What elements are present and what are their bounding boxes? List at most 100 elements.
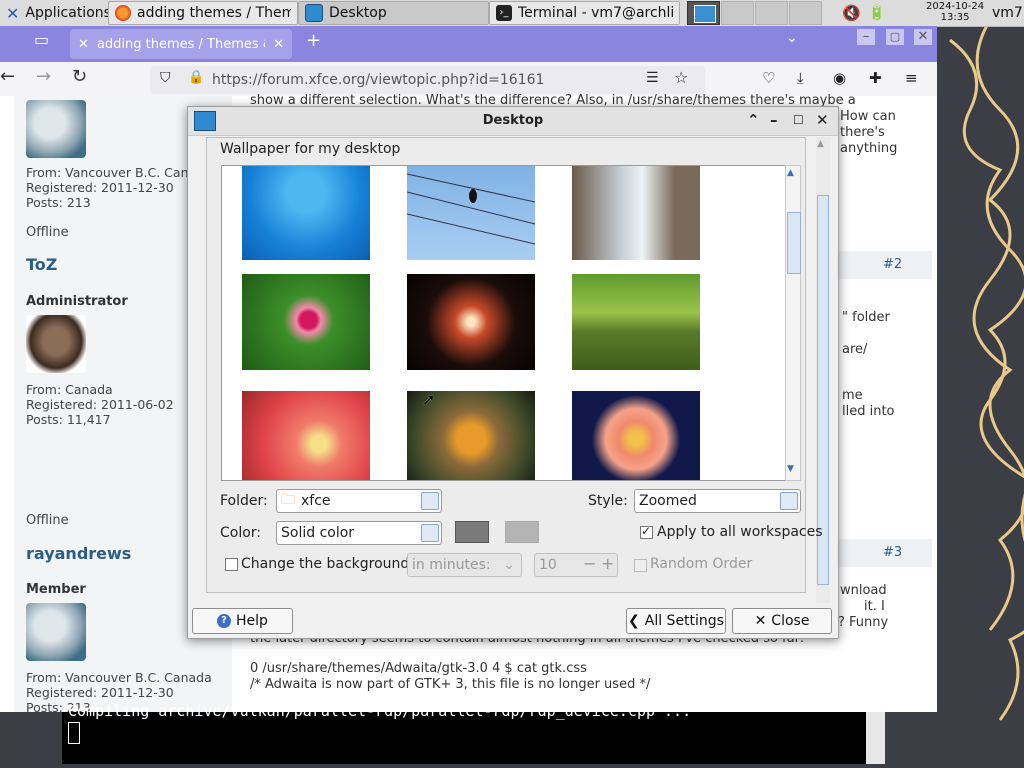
interval-select[interactable]: in minutes: ⌄ — [407, 553, 522, 577]
style-value: Zoomed — [639, 493, 697, 509]
terminal-output: Compiling archive/vulkan/parallel-rdp/pa… — [68, 702, 692, 720]
post1-text-line2: How can — [840, 109, 896, 124]
folder-select[interactable]: 🗀 xfce — [276, 489, 442, 513]
all-settings-label: All Settings — [644, 613, 724, 629]
wallpaper-thumb[interactable] — [242, 166, 370, 260]
new-tab-button[interactable]: + — [306, 30, 321, 51]
post3-fragment1: wnload — [840, 583, 887, 598]
wallpaper-thumb[interactable] — [572, 391, 700, 480]
workspace-1[interactable] — [687, 1, 720, 25]
back-icon[interactable]: ← — [0, 66, 15, 87]
clock[interactable]: 2024-10-24 13:35 — [926, 1, 984, 23]
folder-icon: 🗀 — [281, 492, 295, 508]
chevron-left-icon: ❮ — [628, 613, 640, 629]
interval-spin[interactable]: 10 − + — [534, 553, 618, 577]
user1-avatar — [26, 100, 86, 158]
list-tabs-icon[interactable]: ⌄ — [786, 30, 798, 46]
post3-number[interactable]: #3 — [883, 545, 902, 560]
lock-icon[interactable]: 🔒 — [188, 70, 204, 85]
terminal-icon: ›_ — [496, 5, 512, 21]
bookmark-star-icon[interactable]: ☆ — [674, 68, 688, 87]
wallpaper-thumb[interactable] — [407, 274, 535, 370]
user2-name[interactable]: ToZ — [26, 255, 57, 274]
apply-all-checkbox[interactable]: ✓ — [640, 524, 653, 539]
bird-on-wire-icon — [407, 173, 535, 245]
wallpaper-thumb[interactable] — [242, 274, 370, 370]
scroll-down-icon[interactable]: ▼ — [787, 464, 794, 474]
user2-from: From: Canada — [26, 382, 113, 397]
user2-posts: Posts: 11,417 — [26, 412, 111, 427]
desktop-dialog: Desktop ⌃ – ☐ ✕ Wallpaper for my desktop… — [187, 106, 839, 639]
wallpaper-thumb[interactable] — [572, 274, 700, 370]
wallpaper-scrollbar[interactable]: ▲ ▼ — [785, 165, 801, 481]
wallpaper-thumb[interactable] — [407, 166, 535, 260]
reload-icon[interactable]: ↻ — [72, 66, 87, 87]
scroll-up-icon[interactable]: ▲ — [787, 168, 794, 178]
wallpaper-thumb[interactable] — [572, 166, 700, 260]
change-background-label[interactable]: Change the background — [241, 556, 409, 572]
tab-forum[interactable]: ✕ adding themes / Themes & ✕ — [70, 29, 292, 59]
post3-code-line2: /* Adwaita is now part of GTK+ 3, this f… — [250, 677, 651, 692]
outer-scroll-up-icon[interactable]: ▲ — [817, 139, 824, 149]
dialog-title: Desktop — [482, 113, 544, 128]
maximize-window-button[interactable]: ▢ — [886, 29, 904, 45]
task-desktop[interactable]: Desktop — [298, 1, 489, 25]
shade-button[interactable]: ⌃ — [747, 111, 760, 129]
post2-number[interactable]: #2 — [883, 257, 902, 272]
task-firefox[interactable]: adding themes / Them… — [108, 1, 298, 25]
user3-registered: Registered: 2011-12-30 — [26, 685, 174, 700]
applications-menu[interactable]: ✕ Applications — [0, 1, 117, 25]
secondary-color-button[interactable] — [505, 521, 539, 543]
minimize-window-button[interactable]: – — [857, 29, 875, 45]
close-window-icon[interactable]: ✕ — [816, 111, 829, 129]
style-select[interactable]: Zoomed — [634, 489, 801, 513]
user3-name[interactable]: rayandrews — [26, 544, 131, 563]
all-settings-button[interactable]: ❮ All Settings — [626, 608, 726, 634]
workspace-3[interactable] — [755, 1, 788, 25]
user1-status: Offline — [26, 225, 69, 240]
scroll-thumb[interactable] — [787, 212, 801, 274]
battery-icon[interactable]: 🔋 — [862, 1, 891, 25]
color-select[interactable]: Solid color — [276, 521, 442, 545]
pocket-icon[interactable]: ♡ — [762, 69, 775, 87]
help-button[interactable]: ? Help — [192, 608, 293, 634]
post1-text-line4: anything — [840, 141, 898, 156]
primary-color-button[interactable] — [455, 521, 489, 543]
user2-status: Offline — [26, 513, 69, 528]
terminal-cursor — [68, 722, 80, 744]
minus-icon[interactable]: − — [583, 554, 596, 573]
random-order-checkbox[interactable] — [634, 559, 647, 572]
task-terminal[interactable]: ›_ Terminal - vm7@archlin… — [489, 1, 680, 25]
downloads-icon[interactable]: ⤓ — [797, 69, 804, 87]
account-icon[interactable]: ◉ — [833, 69, 846, 87]
forward-icon[interactable]: → — [36, 66, 51, 87]
shield-icon[interactable]: ⛉ — [160, 70, 171, 86]
apply-all-label[interactable]: Apply to all workspaces — [657, 524, 823, 540]
tab-forum-label: adding themes / Themes & — [96, 36, 266, 52]
change-background-checkbox[interactable] — [225, 558, 238, 571]
menu-icon[interactable]: ≡ — [905, 69, 918, 87]
tab-overview-icon[interactable]: ▭ — [34, 30, 49, 49]
tab-close-icon[interactable]: ✕ — [273, 37, 284, 52]
wallpaper-grid[interactable] — [221, 165, 789, 481]
extensions-icon[interactable]: ✚ — [869, 69, 882, 87]
user-name[interactable]: vm7 — [986, 1, 1024, 25]
random-order-label[interactable]: Random Order — [650, 556, 752, 572]
dialog-titlebar[interactable]: Desktop ⌃ – ☐ ✕ — [188, 107, 838, 136]
workspace-4[interactable] — [789, 1, 822, 25]
wallpaper-thumb[interactable] — [242, 391, 370, 480]
workspace-2[interactable] — [721, 1, 754, 25]
minimize-button[interactable]: – — [770, 111, 778, 129]
post2-fragment1: " folder — [842, 310, 890, 325]
close-button[interactable]: ✕ Close — [732, 608, 832, 634]
plus-icon[interactable]: + — [601, 554, 614, 573]
url-text[interactable]: https://forum.xfce.org/viewtopic.php?id=… — [212, 72, 544, 88]
close-window-button[interactable]: ✕ — [914, 29, 932, 45]
reader-view-icon[interactable]: ☰ — [646, 70, 659, 86]
user2-role: Administrator — [26, 294, 128, 309]
maximize-button[interactable]: ☐ — [793, 113, 804, 127]
terminal-scrollbar[interactable] — [866, 712, 885, 764]
folder-label: Folder: — [220, 493, 268, 509]
user3-avatar — [26, 603, 86, 661]
xfce-favicon-icon: ✕ — [78, 36, 89, 52]
